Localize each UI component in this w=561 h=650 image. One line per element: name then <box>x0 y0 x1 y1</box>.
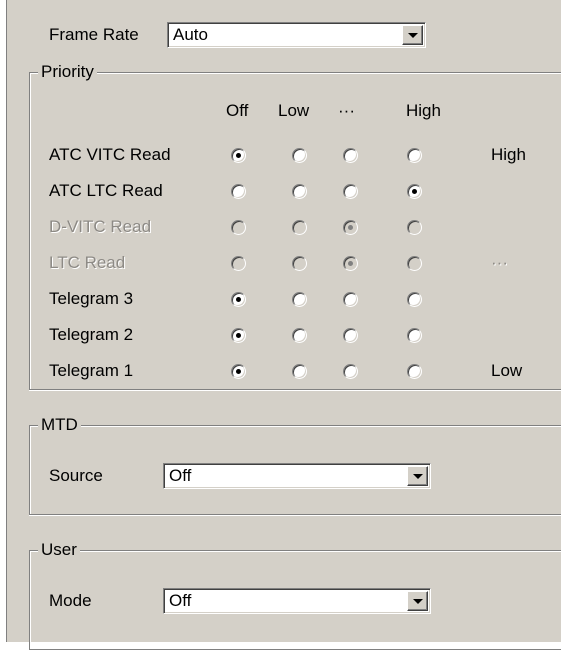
priority-radio <box>231 220 246 235</box>
priority-column-header: High <box>406 101 441 120</box>
radio-selected-dot <box>412 189 417 194</box>
priority-scale-label: ··· <box>491 253 508 272</box>
priority-radio <box>343 220 358 235</box>
priority-column-header: Low <box>278 101 310 120</box>
user-mode-value: Off <box>169 591 192 610</box>
priority-row-label: D-VITC Read <box>49 217 152 236</box>
priority-column-header: Off <box>226 101 249 120</box>
priority-radio[interactable] <box>343 184 358 199</box>
priority-radio <box>231 256 246 271</box>
chevron-down-icon <box>413 599 423 604</box>
radio-selected-dot <box>236 333 241 338</box>
priority-radio <box>292 220 307 235</box>
priority-row-label: ATC LTC Read <box>49 181 163 200</box>
priority-radio[interactable] <box>231 328 246 343</box>
priority-group-title: Priority <box>38 62 97 82</box>
priority-radio <box>407 256 422 271</box>
priority-column-header: ··· <box>338 101 355 120</box>
user-mode-select[interactable]: Off <box>163 588 431 614</box>
priority-radio[interactable] <box>231 292 246 307</box>
priority-radio[interactable] <box>231 184 246 199</box>
priority-radio <box>343 256 358 271</box>
settings-panel: Frame Rate Auto Priority Off Low ··· High A… <box>6 0 561 650</box>
radio-selected-dot <box>348 225 353 230</box>
priority-radio[interactable] <box>231 364 246 379</box>
user-group-title: User <box>38 540 80 560</box>
priority-radio[interactable] <box>292 364 307 379</box>
priority-radio[interactable] <box>343 292 358 307</box>
user-mode-dropdown-button[interactable] <box>407 591 428 611</box>
frame-rate-label: Frame Rate <box>49 25 139 44</box>
mtd-source-label: Source <box>49 466 103 485</box>
radio-selected-dot <box>236 369 241 374</box>
priority-radio <box>407 220 422 235</box>
priority-radio <box>292 256 307 271</box>
priority-row-label: Telegram 2 <box>49 325 134 344</box>
priority-radio[interactable] <box>407 328 422 343</box>
priority-row-label: LTC Read <box>49 253 126 272</box>
mtd-group-title: MTD <box>38 415 81 435</box>
priority-scale-label: Low <box>491 361 523 380</box>
radio-selected-dot <box>236 297 241 302</box>
radio-selected-dot <box>236 153 241 158</box>
priority-radio[interactable] <box>343 364 358 379</box>
priority-radio[interactable] <box>407 184 422 199</box>
chevron-down-icon <box>408 33 418 38</box>
radio-selected-dot <box>348 261 353 266</box>
mtd-source-dropdown-button[interactable] <box>407 466 428 486</box>
priority-row-label: ATC VITC Read <box>49 145 171 164</box>
priority-radio[interactable] <box>343 148 358 163</box>
mtd-source-select[interactable]: Off <box>163 463 431 489</box>
user-mode-label: Mode <box>49 591 92 610</box>
priority-row-label: Telegram 1 <box>49 361 134 380</box>
priority-radio[interactable] <box>292 148 307 163</box>
frame-rate-dropdown-button[interactable] <box>402 25 423 45</box>
mtd-source-value: Off <box>169 466 192 485</box>
priority-radio[interactable] <box>343 328 358 343</box>
priority-radio[interactable] <box>407 364 422 379</box>
priority-row-label: Telegram 3 <box>49 289 134 308</box>
chevron-down-icon <box>413 474 423 479</box>
priority-radio[interactable] <box>407 292 422 307</box>
priority-scale-label: High <box>491 145 526 164</box>
priority-radio[interactable] <box>292 328 307 343</box>
frame-rate-value: Auto <box>173 25 208 44</box>
priority-radio[interactable] <box>292 292 307 307</box>
priority-radio[interactable] <box>292 184 307 199</box>
priority-radio[interactable] <box>231 148 246 163</box>
frame-rate-select[interactable]: Auto <box>167 22 426 48</box>
priority-radio[interactable] <box>407 148 422 163</box>
